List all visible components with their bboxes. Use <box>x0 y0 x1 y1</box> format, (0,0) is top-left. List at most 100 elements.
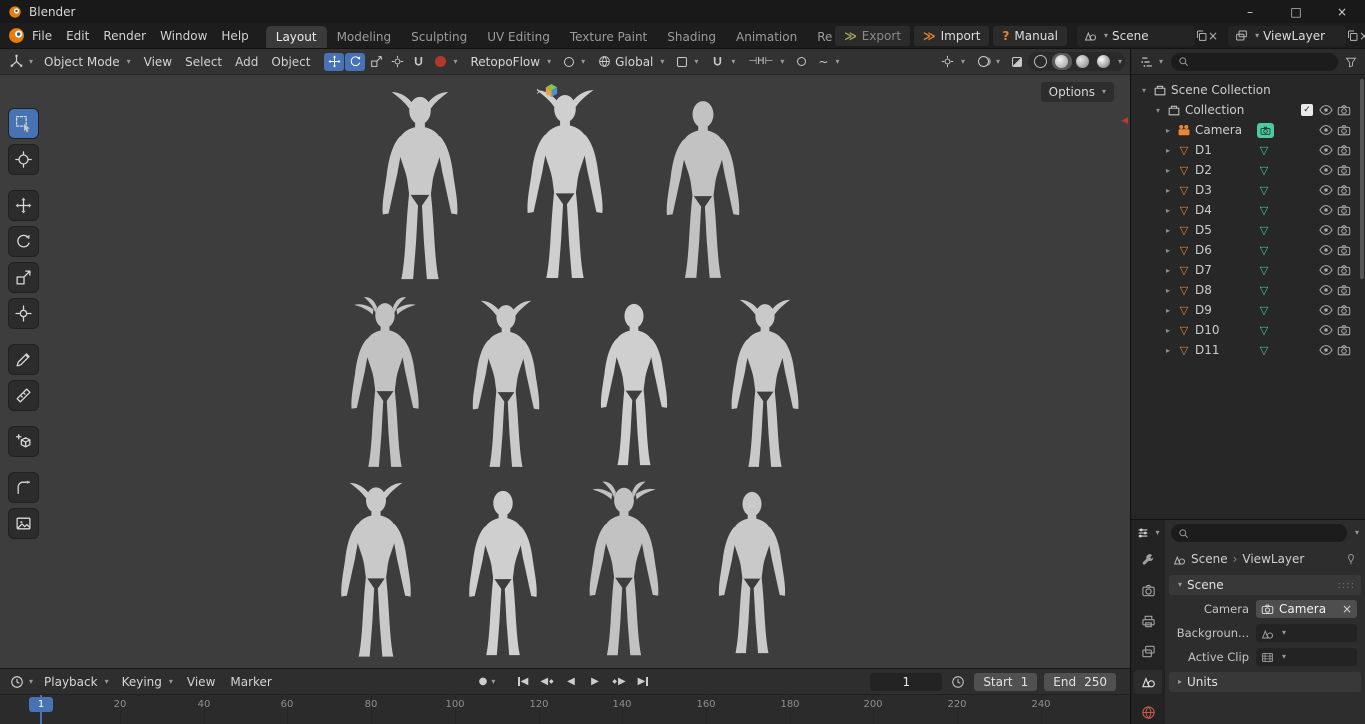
outliner-row-scene-collection[interactable]: ▾ Scene Collection <box>1131 80 1365 100</box>
proportional-edit-toggle[interactable] <box>791 53 811 71</box>
end-frame-field[interactable]: End 250 <box>1044 672 1116 691</box>
select-box-tool[interactable] <box>9 109 38 138</box>
corner-tool[interactable] <box>9 473 38 502</box>
creature-model-d11[interactable] <box>700 482 804 663</box>
clear-camera-icon[interactable]: × <box>1342 602 1352 616</box>
outliner-row-collection[interactable]: ▾ Collection ✓ <box>1131 100 1365 120</box>
pivot-point-dropdown[interactable]: ▾ <box>671 55 704 69</box>
outliner-search-input[interactable] <box>1194 55 1331 68</box>
menu-view-timeline[interactable]: View <box>180 672 222 692</box>
menu-marker[interactable]: Marker <box>223 672 278 692</box>
playhead[interactable]: 1 <box>29 695 53 724</box>
creature-model-d5[interactable] <box>452 299 560 473</box>
menu-select[interactable]: Select <box>179 52 228 72</box>
expand-icon[interactable]: ▸ <box>1163 126 1173 135</box>
tab-rendering[interactable]: Re <box>807 26 833 48</box>
overlays-dropdown[interactable]: ▾ <box>972 54 1006 69</box>
manual-button[interactable]: ? Manual <box>993 25 1067 46</box>
hide-in-viewport-icon[interactable] <box>1319 263 1333 277</box>
hide-in-viewport-icon[interactable] <box>1319 103 1333 117</box>
outliner-row-d7[interactable]: ▸ ▽ D7 ▽ <box>1131 260 1365 280</box>
expand-icon[interactable]: ▸ <box>1163 286 1173 295</box>
play-button[interactable]: ▶ <box>584 673 606 691</box>
expand-icon[interactable]: ▾ <box>1139 86 1149 95</box>
menu-view[interactable]: View <box>138 52 178 72</box>
remove-viewlayer-button[interactable]: × <box>1359 26 1365 46</box>
next-keyframe-button[interactable]: ◆ ▶ <box>608 673 630 691</box>
expand-icon[interactable]: ▸ <box>1163 306 1173 315</box>
menu-help[interactable]: Help <box>214 26 255 46</box>
properties-editor-type-button[interactable]: ▾ <box>1132 524 1163 542</box>
expand-icon[interactable]: ▸ <box>1163 166 1173 175</box>
disable-in-renders-icon[interactable] <box>1337 323 1351 337</box>
breadcrumb-viewlayer[interactable]: ViewLayer <box>1242 552 1304 566</box>
properties-search-input[interactable] <box>1194 526 1340 540</box>
outliner-row-d10[interactable]: ▸ ▽ D10 ▽ <box>1131 320 1365 340</box>
creature-model-d8[interactable] <box>321 481 431 663</box>
disable-in-renders-icon[interactable] <box>1337 123 1351 137</box>
tab-sculpting[interactable]: Sculpting <box>401 26 477 48</box>
scene-camera-field[interactable]: Camera × <box>1256 600 1357 618</box>
disable-in-renders-icon[interactable] <box>1337 143 1351 157</box>
creature-model-d1[interactable] <box>361 90 479 286</box>
tab-tool[interactable] <box>1134 549 1162 572</box>
properties-options-arrow-icon[interactable]: ▾ <box>1355 529 1359 537</box>
tab-world[interactable] <box>1134 701 1162 724</box>
expand-icon[interactable]: ▸ <box>1163 206 1173 215</box>
use-preview-range-toggle[interactable] <box>949 672 967 692</box>
hide-in-viewport-icon[interactable] <box>1319 243 1333 257</box>
retopoflow-dropdown[interactable]: RetopoFlow ▾ <box>464 53 557 71</box>
blender-menu-button[interactable] <box>8 27 25 44</box>
tab-scene[interactable] <box>1134 670 1162 694</box>
keying-dropdown[interactable]: Keying ▾ <box>116 673 179 691</box>
unlink-scene-button[interactable]: × <box>1208 26 1218 46</box>
disable-in-renders-icon[interactable] <box>1337 203 1351 217</box>
expand-icon[interactable]: ▸ <box>1163 226 1173 235</box>
hide-in-viewport-icon[interactable] <box>1319 183 1333 197</box>
addon-pie-dropdown[interactable]: ▾ <box>429 54 463 69</box>
pin-icon[interactable] <box>1345 553 1357 565</box>
new-viewlayer-button[interactable] <box>1346 26 1359 46</box>
creature-model-d9[interactable] <box>450 483 556 663</box>
menu-add[interactable]: Add <box>229 52 264 72</box>
hide-in-viewport-icon[interactable] <box>1319 283 1333 297</box>
scene-panel-header[interactable]: ▾ Scene :::: <box>1169 575 1361 595</box>
tab-render[interactable] <box>1134 579 1162 602</box>
annotate-tool[interactable] <box>9 345 38 374</box>
transform-tool[interactable] <box>9 299 38 328</box>
outliner-row-d8[interactable]: ▸ ▽ D8 ▽ <box>1131 280 1365 300</box>
playback-dropdown[interactable]: Playback ▾ <box>38 673 115 691</box>
expand-icon[interactable]: ▸ <box>1163 266 1173 275</box>
tab-view-layer[interactable] <box>1134 640 1162 663</box>
hide-in-viewport-icon[interactable] <box>1319 223 1333 237</box>
viewport-gizmo-cube[interactable]: › <box>536 83 559 98</box>
gizmo-scale-toggle[interactable] <box>366 53 386 71</box>
outliner-editor-type-button[interactable]: ▾ <box>1136 53 1167 71</box>
proportional-editing-dropdown[interactable]: ▾ <box>558 55 591 69</box>
hide-in-viewport-icon[interactable] <box>1319 303 1333 317</box>
outliner-row-d3[interactable]: ▸ ▽ D3 ▽ <box>1131 180 1365 200</box>
expand-icon[interactable]: ▸ <box>1163 346 1173 355</box>
maximize-button[interactable]: □ <box>1273 0 1319 23</box>
background-set-field[interactable]: ▾ <box>1256 624 1357 642</box>
snap-magnet-toggle[interactable] <box>408 53 428 71</box>
scene-selector[interactable]: ▾ Scene <box>1077 25 1195 46</box>
transform-orientation-dropdown[interactable]: Global ▾ <box>592 53 670 71</box>
creature-model-d7[interactable] <box>712 298 818 473</box>
filter-button[interactable] <box>1342 52 1360 72</box>
hide-in-viewport-icon[interactable] <box>1319 143 1333 157</box>
creature-model-d3[interactable] <box>646 93 760 286</box>
hide-in-viewport-icon[interactable] <box>1319 323 1333 337</box>
image-reference-tool[interactable] <box>9 509 38 538</box>
outliner-row-camera[interactable]: ▸ Camera <box>1131 120 1365 140</box>
outliner-row-d1[interactable]: ▸ ▽ D1 ▽ <box>1131 140 1365 160</box>
snap-target-dropdown[interactable]: ⊣H⊢ ▾ <box>742 54 790 69</box>
snap-settings-dropdown[interactable]: ▾ <box>705 53 741 70</box>
disable-in-renders-icon[interactable] <box>1337 343 1351 357</box>
outliner-row-d6[interactable]: ▸ ▽ D6 ▽ <box>1131 240 1365 260</box>
minimize-button[interactable]: – <box>1227 0 1273 23</box>
tab-texture-paint[interactable]: Texture Paint <box>560 26 657 48</box>
disable-in-renders-icon[interactable] <box>1337 103 1351 117</box>
hide-in-viewport-icon[interactable] <box>1319 203 1333 217</box>
outliner-scrollbar[interactable] <box>1360 79 1364 279</box>
